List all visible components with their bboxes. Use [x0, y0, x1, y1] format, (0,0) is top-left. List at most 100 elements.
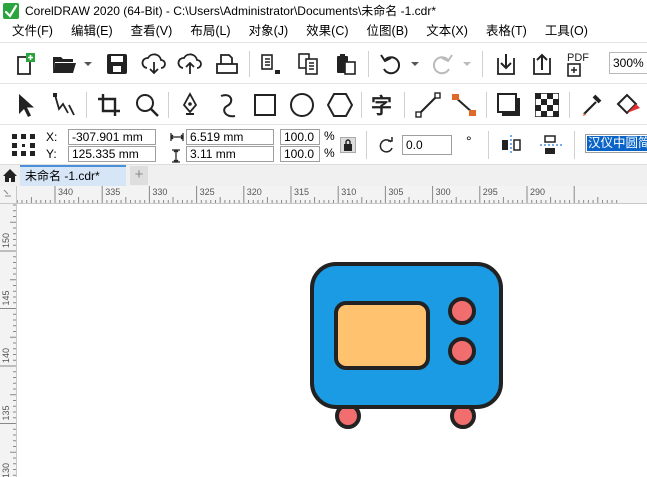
text-tool-icon[interactable]: 字 [369, 91, 397, 119]
parallel-dimension-tool-icon[interactable] [414, 91, 442, 119]
cloud-upload-icon[interactable] [176, 51, 204, 77]
vertical-ruler[interactable]: 150 145 140 135 130 [0, 204, 17, 477]
artistic-media-tool-icon[interactable] [214, 91, 242, 119]
svg-text:PDF: PDF [567, 52, 589, 64]
scale-width-field[interactable]: 100.0 [280, 129, 320, 145]
toolbar-separator [486, 92, 487, 118]
horizontal-ruler[interactable]: 340 335 330 325 320 315 310 305 300 295 290 [17, 186, 647, 204]
document-tab-bar: 未命名 -1.cdr* + [0, 164, 647, 187]
window-title: CorelDRAW 2020 (64-Bit) - C:\Users\Admin… [25, 4, 436, 18]
add-tab-button[interactable]: + [130, 166, 148, 185]
menu-tools[interactable]: 工具(O) [536, 21, 597, 41]
redo-icon[interactable] [428, 51, 456, 77]
x-label: X: [46, 130, 58, 144]
scale-height-field[interactable]: 100.0 [280, 146, 320, 162]
home-icon[interactable] [0, 165, 20, 186]
width-icon [170, 133, 184, 141]
connector-tool-icon[interactable] [450, 91, 478, 119]
object-width-field[interactable]: 6.519 mm [186, 129, 274, 145]
mirror-vertical-icon[interactable] [538, 133, 564, 157]
toolbar-separator [488, 131, 489, 159]
rotation-icon [378, 136, 396, 154]
save-icon[interactable] [104, 51, 130, 77]
drawing-canvas[interactable] [18, 205, 647, 477]
interactive-fill-tool-icon[interactable] [614, 91, 644, 119]
new-document-icon[interactable] [12, 51, 38, 77]
polygon-tool-icon[interactable] [326, 91, 354, 119]
toolbar-separator [569, 92, 570, 118]
toolbar-separator [86, 92, 87, 118]
toolbar-separator [168, 92, 169, 118]
import-arrow-icon[interactable] [493, 51, 519, 77]
menu-bar: 文件(F) 编辑(E) 查看(V) 布局(L) 对象(J) 效果(C) 位图(B… [0, 21, 647, 41]
menu-object[interactable]: 对象(J) [240, 21, 298, 41]
height-icon [172, 149, 180, 163]
standard-toolbar: PDF [0, 42, 647, 82]
svg-text:字: 字 [371, 94, 392, 118]
pick-tool-icon[interactable] [12, 91, 40, 119]
crop-tool-icon[interactable] [95, 91, 123, 119]
tools-toolbar: 字 [0, 83, 647, 124]
menu-bitmaps[interactable]: 位图(B) [358, 21, 418, 41]
tv-screen [334, 301, 430, 370]
coreldraw-logo-icon [3, 2, 19, 19]
zoom-tool-icon[interactable] [133, 91, 161, 119]
degree-symbol: ° [466, 133, 472, 149]
menu-view[interactable]: 查看(V) [122, 21, 182, 41]
font-list-box[interactable]: 汉仪中圆简 [585, 134, 647, 153]
menu-text[interactable]: 文本(X) [417, 21, 477, 41]
import-icon[interactable] [258, 51, 284, 77]
transparency-tool-icon[interactable] [533, 91, 561, 119]
export-icon[interactable] [296, 51, 322, 77]
menu-edit[interactable]: 编辑(E) [62, 21, 122, 41]
open-folder-icon[interactable] [50, 51, 78, 77]
shape-tool-icon[interactable] [50, 91, 80, 119]
cloud-download-icon[interactable] [140, 51, 168, 77]
y-label: Y: [46, 147, 57, 161]
lock-ratio-icon[interactable] [340, 137, 356, 153]
freehand-pen-tool-icon[interactable] [176, 91, 204, 119]
drop-shadow-tool-icon[interactable] [495, 91, 523, 119]
toolbar-separator [574, 131, 575, 159]
menu-table[interactable]: 表格(T) [477, 21, 536, 41]
toolbar-separator [366, 131, 367, 159]
open-dropdown-arrow-icon[interactable] [84, 62, 92, 66]
rectangle-tool-icon[interactable] [251, 91, 279, 119]
hruler-label: 335 [105, 187, 120, 197]
property-bar: X: Y: -307.901 mm 125.335 mm 6.519 mm 3.… [0, 124, 647, 164]
paste-icon[interactable] [333, 51, 359, 77]
publish-pdf-icon[interactable]: PDF [564, 49, 594, 79]
menu-effects[interactable]: 效果(C) [297, 21, 357, 41]
ellipse-tool-icon[interactable] [288, 91, 316, 119]
tv-knob-top [448, 297, 476, 325]
menu-file[interactable]: 文件(F) [0, 21, 62, 41]
tab-document[interactable]: 未命名 -1.cdr* [20, 165, 126, 187]
scale-height-percent: % [324, 146, 335, 160]
hruler-label: 290 [530, 187, 545, 197]
eyedropper-tool-icon[interactable] [578, 91, 606, 119]
print-icon[interactable] [214, 51, 240, 77]
toolbar-separator [368, 51, 369, 77]
hruler-label: 305 [388, 187, 403, 197]
font-name-selection[interactable]: 汉仪中圆简 [587, 136, 647, 151]
undo-icon[interactable] [377, 51, 405, 77]
menu-layout[interactable]: 布局(L) [181, 21, 239, 41]
scale-width-percent: % [324, 129, 335, 143]
hruler-label: 325 [200, 187, 215, 197]
redo-dropdown-arrow-icon[interactable] [463, 62, 471, 66]
export-arrow-icon[interactable] [529, 51, 555, 77]
object-origin-icon[interactable] [10, 132, 38, 158]
ruler-origin[interactable] [0, 186, 17, 204]
rotation-angle-field[interactable]: 0.0 [402, 135, 452, 155]
zoom-level-field[interactable]: 300% [609, 52, 647, 74]
undo-dropdown-arrow-icon[interactable] [411, 62, 419, 66]
hruler-label: 315 [294, 187, 309, 197]
toolbar-separator [249, 51, 250, 77]
y-position-field[interactable]: 125.335 mm [68, 146, 156, 162]
tv-illustration[interactable] [310, 262, 503, 429]
object-height-field[interactable]: 3.11 mm [186, 146, 274, 162]
toolbar-separator [482, 51, 483, 77]
hruler-label: 295 [483, 187, 498, 197]
x-position-field[interactable]: -307.901 mm [68, 129, 156, 145]
mirror-horizontal-icon[interactable] [498, 133, 524, 157]
